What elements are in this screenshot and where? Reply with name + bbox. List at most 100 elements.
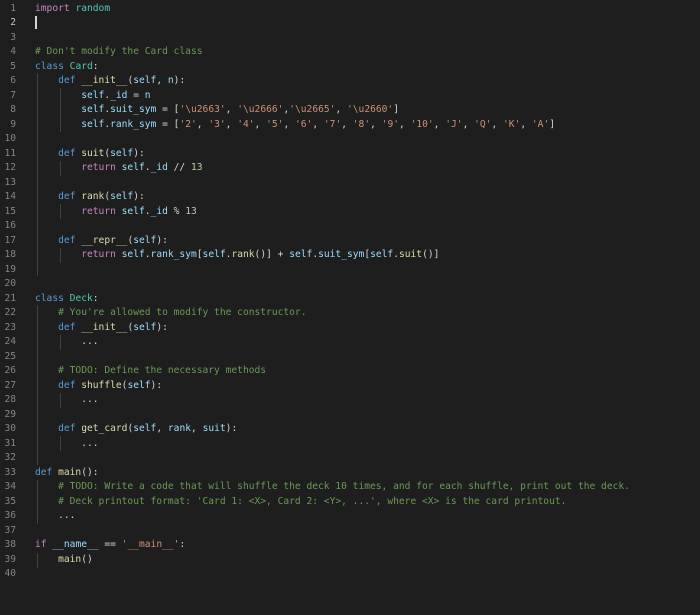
code-line[interactable]: 7 self._id = n [0, 89, 700, 104]
line-number: 4 [10, 46, 16, 57]
code-line[interactable]: 20 [0, 277, 700, 292]
code-line[interactable]: 24 ... [0, 335, 700, 350]
code-line[interactable]: 5 class Card: [0, 60, 700, 75]
line-number: 19 [4, 263, 16, 275]
code-text[interactable]: # TODO: Write a code that will shuffle t… [35, 480, 630, 495]
line-number: 13 [4, 176, 16, 188]
code-text[interactable]: ... [35, 335, 98, 350]
code-text[interactable]: def __repr__(self): [35, 234, 168, 249]
line-number: 21 [4, 292, 16, 304]
line-number: 36 [4, 510, 16, 521]
line-number: 9 [10, 118, 16, 130]
code-text[interactable]: def main(): [35, 466, 99, 481]
code-line[interactable]: 9 self.rank_sym = ['2', '3', '4', '5', '… [0, 118, 700, 133]
code-editor[interactable]: 1 import random 2 3 4 # Don't modify the Card… [0, 0, 700, 615]
code-line[interactable]: 13 [0, 176, 700, 191]
code-line[interactable]: 28 ... [0, 393, 700, 408]
line-number: 38 [4, 539, 16, 550]
code-text[interactable]: import random [35, 2, 110, 17]
code-text[interactable]: # Don't modify the Card class [35, 45, 203, 60]
code-text[interactable]: # Deck printout format: 'Card 1: <X>, Ca… [35, 495, 566, 510]
code-line[interactable]: 21 class Deck: [0, 292, 700, 307]
code-line[interactable]: 23 def __init__(self): [0, 321, 700, 336]
code-line[interactable]: 8 self.suit_sym = ['\u2663', '\u2666','\… [0, 103, 700, 118]
code-line[interactable]: 25 [0, 350, 700, 365]
code-text[interactable]: main() [35, 553, 93, 568]
code-text[interactable]: self.rank_sym = ['2', '3', '4', '5', '6'… [35, 118, 555, 133]
code-text[interactable]: self.suit_sym = ['\u2663', '\u2666','\u2… [35, 103, 399, 118]
code-text[interactable]: if __name__ == '__main__': [35, 538, 185, 553]
code-line[interactable]: 30 def get_card(self, rank, suit): [0, 422, 700, 437]
code-line[interactable]: 11 def suit(self): [0, 147, 700, 162]
line-number: 26 [4, 365, 16, 376]
code-line[interactable]: 16 [0, 219, 700, 234]
code-text[interactable]: class Card: [35, 60, 99, 75]
line-number: 25 [4, 350, 16, 362]
line-number: 17 [4, 234, 16, 246]
code-text[interactable]: return self._id % 13 [35, 205, 197, 220]
code-line[interactable]: 22 # You're allowed to modify the constr… [0, 306, 700, 321]
code-line[interactable]: 37 [0, 524, 700, 539]
code-line[interactable]: 3 [0, 31, 700, 46]
code-line[interactable]: 35 # Deck printout format: 'Card 1: <X>,… [0, 495, 700, 510]
code-line[interactable]: 4 # Don't modify the Card class [0, 45, 700, 60]
code-text[interactable]: ... [35, 393, 98, 408]
line-number: 32 [4, 452, 16, 463]
code-line[interactable]: 2 [0, 16, 700, 31]
code-text[interactable]: def rank(self): [35, 190, 145, 205]
code-text[interactable]: def shuffle(self): [35, 379, 162, 394]
code-line[interactable]: 36 ... [0, 509, 700, 524]
line-number: 29 [4, 408, 16, 420]
code-text[interactable]: # You're allowed to modify the construct… [35, 306, 306, 321]
line-number: 6 [10, 75, 16, 86]
code-line[interactable]: 32 [0, 451, 700, 466]
code-line[interactable]: 10 [0, 132, 700, 147]
line-number: 33 [4, 466, 16, 478]
code-text[interactable]: def __init__(self): [35, 321, 168, 336]
code-text[interactable]: return self._id // 13 [35, 161, 202, 176]
line-number: 31 [4, 437, 16, 449]
code-line[interactable]: 18 return self.rank_sym[self.rank()] + s… [0, 248, 700, 263]
code-line[interactable]: 39 main() [0, 553, 700, 568]
code-text[interactable]: def get_card(self, rank, suit): [35, 422, 237, 437]
code-line[interactable]: 12 return self._id // 13 [0, 161, 700, 176]
code-line[interactable]: 1 import random [0, 2, 700, 17]
line-number: 24 [4, 336, 16, 347]
code-text[interactable]: ... [35, 437, 98, 452]
line-number: 5 [10, 60, 16, 72]
code-line[interactable]: 6 def __init__(self, n): [0, 74, 700, 89]
code-line[interactable]: 14 def rank(self): [0, 190, 700, 205]
code-line[interactable]: 31 ... [0, 437, 700, 452]
line-number: 1 [10, 2, 16, 14]
line-number: 15 [4, 205, 16, 217]
line-number: 35 [4, 495, 16, 507]
code-line[interactable]: 19 [0, 263, 700, 278]
code-line[interactable]: 33 def main(): [0, 466, 700, 481]
line-number: 22 [4, 307, 16, 318]
code-text[interactable]: def __init__(self, n): [35, 74, 185, 89]
line-number: 2 [10, 17, 16, 28]
code-line[interactable]: 15 return self._id % 13 [0, 205, 700, 220]
code-line[interactable]: 38 if __name__ == '__main__': [0, 538, 700, 553]
code-line[interactable]: 17 def __repr__(self): [0, 234, 700, 249]
line-number: 34 [4, 481, 16, 492]
code-line[interactable]: 40 [0, 567, 700, 582]
line-number: 7 [10, 89, 16, 101]
line-number: 12 [4, 162, 16, 173]
line-number: 39 [4, 553, 16, 565]
code-text[interactable]: return self.rank_sym[self.rank()] + self… [35, 248, 439, 263]
line-number: 11 [4, 147, 16, 159]
code-line[interactable]: 27 def shuffle(self): [0, 379, 700, 394]
code-text[interactable]: class Deck: [35, 292, 99, 307]
code-text[interactable]: self._id = n [35, 89, 150, 104]
code-line[interactable]: 26 # TODO: Define the necessary methods [0, 364, 700, 379]
code-text[interactable]: def suit(self): [35, 147, 145, 162]
line-number: 20 [4, 278, 16, 289]
code-line[interactable]: 34 # TODO: Write a code that will shuffl… [0, 480, 700, 495]
code-text[interactable]: # TODO: Define the necessary methods [35, 364, 266, 379]
line-number: 3 [10, 31, 16, 43]
code-line[interactable]: 29 [0, 408, 700, 423]
line-number: 18 [4, 249, 16, 260]
line-number: 23 [4, 321, 16, 333]
code-text[interactable]: ... [35, 509, 75, 524]
